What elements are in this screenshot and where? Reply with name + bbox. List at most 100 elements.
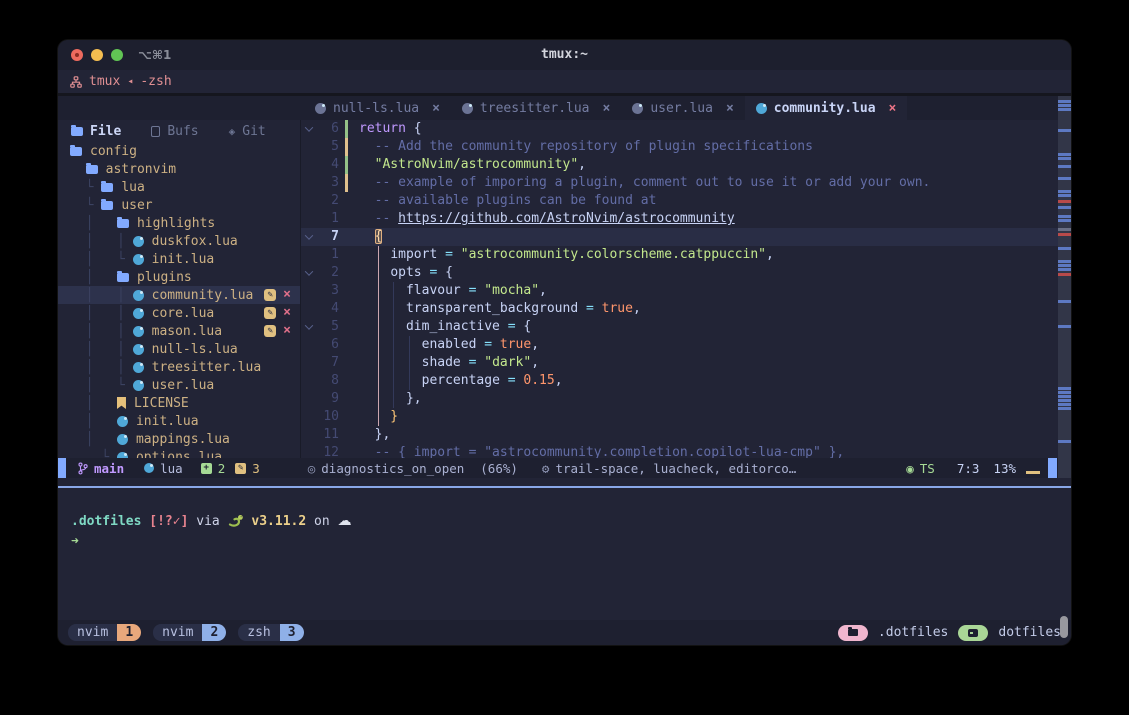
fold-column[interactable]: [301, 246, 317, 264]
code-line[interactable]: 12 -- { import = "astrocommunity.complet…: [301, 444, 1071, 458]
code-line[interactable]: 4 transparent_background = true,: [301, 300, 1071, 318]
line-number: 2: [317, 192, 339, 210]
code-line[interactable]: 4 "AstroNvim/astrocommunity",: [301, 156, 1071, 174]
code-line[interactable]: 5 -- Add the community repository of plu…: [301, 138, 1071, 156]
buffer-tab-treesitter.lua[interactable]: treesitter.lua×: [451, 96, 621, 120]
line-number: 6: [317, 336, 339, 354]
tree-item-LICENSE[interactable]: │ LICENSE: [58, 394, 300, 412]
shell-pane[interactable]: .dotfiles [!?✓] via v3.11.2 on ☁ ➜: [58, 478, 1071, 620]
cursor-position: 7:3: [957, 461, 980, 476]
editor[interactable]: 6return {5 -- Add the community reposito…: [301, 120, 1071, 458]
mode-indicator-left: [58, 458, 66, 478]
lua-file-icon: [117, 434, 128, 445]
code-line[interactable]: 8 percentage = 0.15,: [301, 372, 1071, 390]
tree-item-init.lua[interactable]: │ └ init.lua: [58, 250, 300, 268]
scrollbar-minimap[interactable]: [1058, 96, 1071, 478]
tmux-window-zsh-3[interactable]: zsh3: [238, 624, 303, 641]
sidebar-tab-bufs[interactable]: Bufs: [151, 124, 198, 139]
terminal-pill: [958, 625, 988, 641]
diff-added-icon: +: [201, 463, 212, 474]
tree-item-config[interactable]: config: [58, 142, 300, 160]
lua-file-icon: [133, 236, 144, 247]
code-line[interactable]: 6return {: [301, 120, 1071, 138]
code-line[interactable]: 11 },: [301, 426, 1071, 444]
macos-scrollbar-thumb[interactable]: [1060, 616, 1068, 638]
tree-item-core.lua[interactable]: │ │ core.lua✎×: [58, 304, 300, 322]
code-text: -- { import = "astrocommunity.completion…: [353, 444, 844, 458]
tree-item-options.lua[interactable]: └ options.lua: [58, 448, 300, 458]
fold-column[interactable]: [301, 354, 317, 372]
fold-column[interactable]: [301, 210, 317, 228]
git-branch-icon: [78, 462, 88, 475]
code-line[interactable]: 7 shade = "dark",: [301, 354, 1071, 372]
fold-column[interactable]: [301, 174, 317, 192]
fold-column[interactable]: [301, 120, 317, 138]
terminal-tab-bar[interactable]: tmux ◂ -zsh: [58, 70, 1071, 96]
tree-item-lua[interactable]: └ lua: [58, 178, 300, 196]
code-line[interactable]: 1 import = "astrocommunity.colorscheme.c…: [301, 246, 1071, 264]
fold-column[interactable]: [301, 264, 317, 282]
tree-item-community.lua[interactable]: │ │ community.lua✎×: [58, 286, 300, 304]
git-branch-segment[interactable]: main: [78, 461, 124, 476]
tree-item-user.lua[interactable]: │ └ user.lua: [58, 376, 300, 394]
fold-column[interactable]: [301, 336, 317, 354]
token-ident: percentage: [422, 373, 500, 388]
sidebar-tab-git[interactable]: ◈Git: [229, 124, 266, 139]
buffer-tab-community.lua[interactable]: community.lua×: [745, 96, 908, 120]
close-buffer-icon[interactable]: ×: [603, 101, 611, 116]
code-line[interactable]: 6 enabled = true,: [301, 336, 1071, 354]
fold-column[interactable]: [301, 228, 317, 246]
close-buffer-icon[interactable]: ×: [432, 101, 440, 116]
code-line[interactable]: 5 dim_inactive = {: [301, 318, 1071, 336]
chevron-down-icon: [305, 321, 313, 329]
close-buffer-icon[interactable]: ×: [726, 101, 734, 116]
tree-item-user[interactable]: └ user: [58, 196, 300, 214]
tmux-window-nvim-2[interactable]: nvim2: [153, 624, 226, 641]
titlebar[interactable]: ⌥⌘1 tmux:~: [58, 40, 1071, 70]
fold-column[interactable]: [301, 372, 317, 390]
fold-column[interactable]: [301, 408, 317, 426]
tree-item-null-ls.lua[interactable]: │ │ null-ls.lua: [58, 340, 300, 358]
code-line[interactable]: 10 }: [301, 408, 1071, 426]
tree-item-mason.lua[interactable]: │ │ mason.lua✎×: [58, 322, 300, 340]
buffer-tab-user.lua[interactable]: user.lua×: [621, 96, 744, 120]
fold-column[interactable]: [301, 390, 317, 408]
fold-column[interactable]: [301, 282, 317, 300]
code-text: -- example of imporing a plugin, comment…: [353, 174, 930, 192]
tree-guides: └: [70, 450, 117, 459]
close-buffer-icon[interactable]: ×: [889, 101, 897, 116]
fold-column[interactable]: [301, 318, 317, 336]
tree-item-astronvim[interactable]: astronvim: [58, 160, 300, 178]
tree-guides: │: [70, 270, 117, 285]
buffer-tab-null-ls.lua[interactable]: null-ls.lua×: [304, 96, 451, 120]
token-punc: ,: [539, 283, 547, 298]
file-percent: 13%: [993, 461, 1016, 476]
sidebar-tab-file[interactable]: File: [71, 124, 121, 139]
fold-column[interactable]: [301, 138, 317, 156]
tree-item-highlights[interactable]: │ highlights: [58, 214, 300, 232]
fold-column[interactable]: [301, 444, 317, 458]
token-bool: true: [500, 337, 531, 352]
tree-item-mappings.lua[interactable]: │ mappings.lua: [58, 430, 300, 448]
lsp-sources-segment: ⚙ trail-space, luacheck, editorco…: [542, 461, 796, 476]
editor-lines: 6return {5 -- Add the community reposito…: [301, 120, 1071, 458]
tmux-window-nvim-1[interactable]: nvim1: [68, 624, 141, 641]
tree-item-plugins[interactable]: │ plugins: [58, 268, 300, 286]
fold-column[interactable]: [301, 426, 317, 444]
code-line[interactable]: 3 -- example of imporing a plugin, comme…: [301, 174, 1071, 192]
statusline: main lua + 2 ✎ 3 ◎ diagnostics_on_open (…: [58, 458, 1071, 478]
code-line[interactable]: 9 },: [301, 390, 1071, 408]
code-line[interactable]: 7 {: [301, 228, 1071, 246]
code-line[interactable]: 2 -- available plugins can be found at: [301, 192, 1071, 210]
tree-item-treesitter.lua[interactable]: │ │ treesitter.lua: [58, 358, 300, 376]
buffers-icon: [151, 126, 160, 137]
fold-column[interactable]: [301, 156, 317, 174]
fold-column[interactable]: [301, 300, 317, 318]
code-line[interactable]: 1 -- https://github.com/AstroNvim/astroc…: [301, 210, 1071, 228]
tree-item-init.lua[interactable]: │ init.lua: [58, 412, 300, 430]
code-line[interactable]: 2 opts = {: [301, 264, 1071, 282]
minimap-mark: [1058, 233, 1071, 236]
fold-column[interactable]: [301, 192, 317, 210]
code-line[interactable]: 3 flavour = "mocha",: [301, 282, 1071, 300]
tree-item-duskfox.lua[interactable]: │ │ duskfox.lua: [58, 232, 300, 250]
